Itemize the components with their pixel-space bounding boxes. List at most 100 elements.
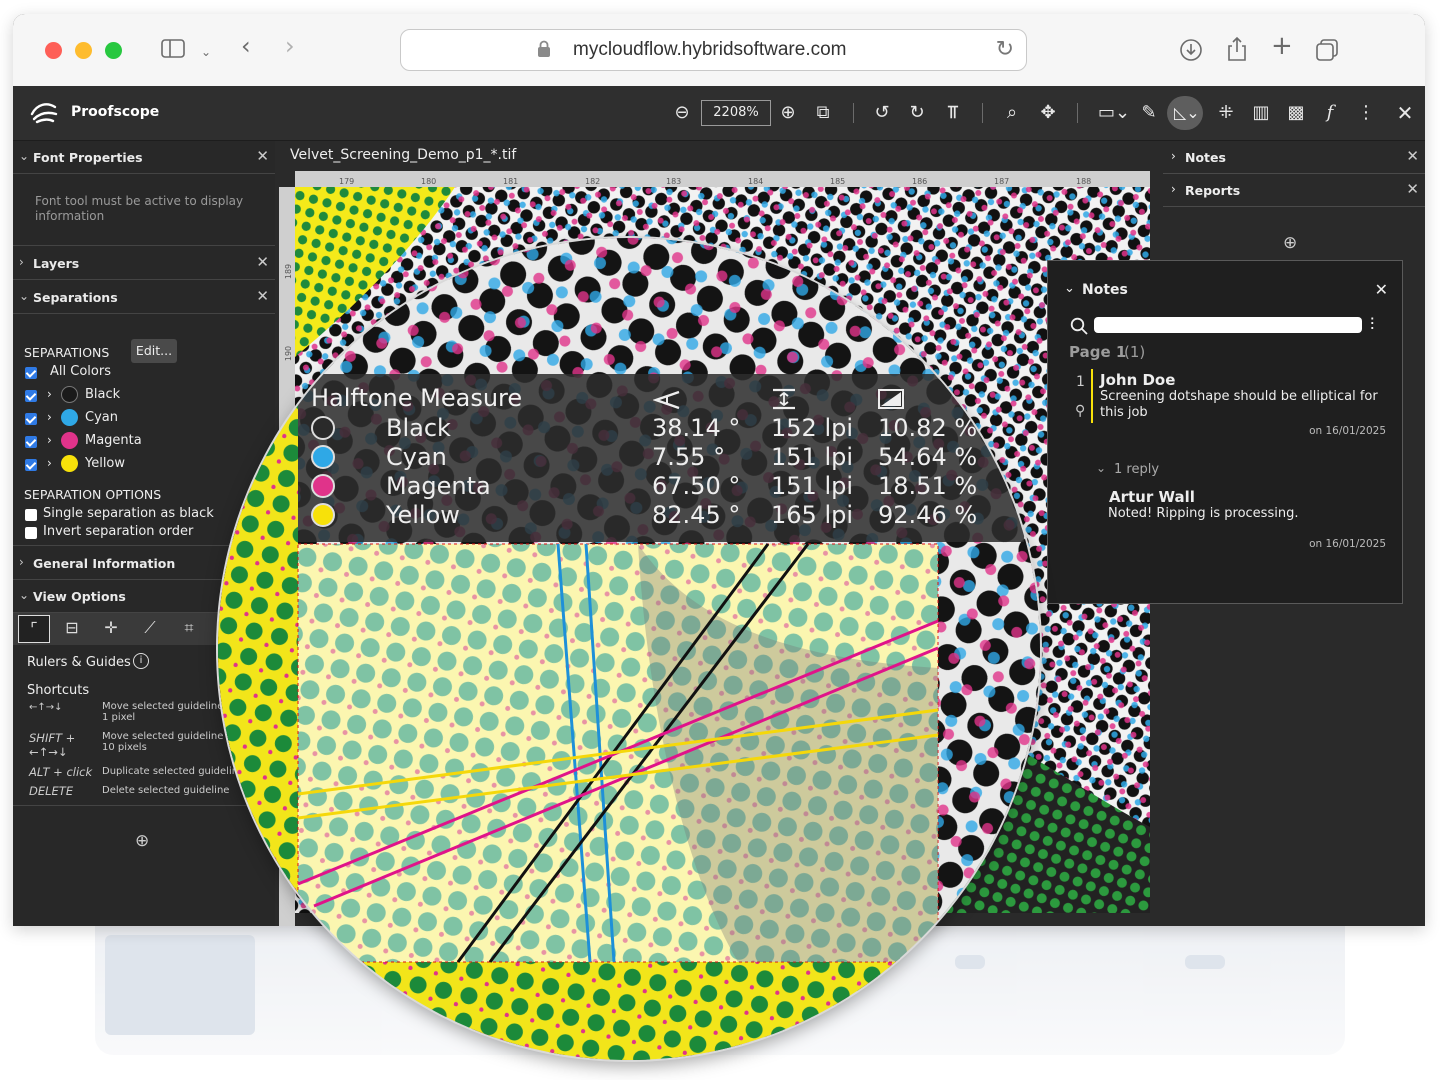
chevron-right-icon[interactable]: › — [47, 456, 52, 470]
black-ink-swatch — [311, 416, 335, 440]
tabs-overview-icon[interactable] — [1315, 38, 1339, 65]
ruler-label: 190 — [284, 345, 294, 362]
shortcut-key: SHIFT + ←↑→↓ — [29, 731, 76, 759]
zoom-in-icon[interactable]: ⊕ — [777, 103, 799, 123]
chevron-right-icon: › — [1171, 149, 1176, 163]
download-icon[interactable] — [1179, 38, 1203, 65]
close-icon[interactable]: ✕ — [1406, 147, 1419, 165]
magenta-swatch — [61, 432, 78, 449]
chevron-right-icon[interactable]: › — [47, 433, 52, 447]
black-checkbox[interactable] — [25, 390, 37, 402]
reply-text: Noted! Ripping is processing. — [1108, 506, 1299, 521]
close-viewer-icon[interactable]: ✕ — [1394, 103, 1416, 123]
close-icon[interactable]: ✕ — [256, 253, 269, 271]
reply-toggle[interactable]: 1 reply — [1114, 462, 1159, 477]
magnifier-lens: Halftone Measure Black 38.14 ° 152 lpi 1… — [218, 238, 1040, 1060]
address-bar[interactable]: mycloudflow.hybridsoftware.com ↻ — [400, 29, 1027, 71]
chevron-down-icon[interactable]: ⌄ — [1096, 461, 1106, 475]
yellow-checkbox[interactable] — [25, 459, 37, 471]
panel-title: Notes — [1185, 150, 1226, 165]
info-icon[interactable]: i — [133, 653, 149, 669]
measure-tool-button[interactable]: ◺⌄ — [1167, 96, 1203, 130]
ink-name: Magenta — [386, 472, 491, 500]
single-separation-checkbox[interactable] — [25, 509, 37, 521]
separation-label-black: Black — [85, 387, 121, 402]
font-properties-header[interactable]: ⌄ Font Properties ✕ — [13, 141, 275, 174]
notes-popup: ⌄ Notes ✕ ⫶ Page 1 (1) 1 ⚲ John Doe Scre… — [1047, 260, 1403, 604]
notes-search-input[interactable] — [1094, 317, 1362, 333]
ink-name: Yellow — [386, 501, 460, 529]
toolbar-divider — [853, 103, 854, 123]
close-icon[interactable]: ✕ — [256, 147, 269, 165]
separations-grid-icon[interactable]: ▩ — [1285, 103, 1307, 123]
lock-icon — [538, 40, 550, 57]
graph-icon[interactable]: ⟋ — [135, 615, 165, 641]
sidebar-toggle-icon[interactable] — [161, 39, 187, 62]
add-panel-icon[interactable]: ⊕ — [135, 831, 149, 851]
rulers-icon[interactable]: ⌜ — [18, 615, 50, 643]
shortcut-key: DELETE — [29, 784, 74, 798]
maximize-window-button[interactable] — [105, 42, 122, 59]
more-options-icon[interactable]: ⋮ — [1355, 103, 1377, 123]
chevron-right-icon[interactable]: › — [47, 387, 52, 401]
share-icon[interactable] — [1226, 36, 1248, 65]
angle-icon — [653, 390, 680, 410]
rotate-right-icon[interactable]: ↻ — [906, 103, 928, 123]
chevron-right-icon[interactable]: › — [47, 410, 52, 424]
align-icon[interactable]: ⊟ — [57, 615, 87, 641]
frame-icon[interactable]: ⌗ — [174, 615, 204, 641]
zoom-out-icon[interactable]: ⊖ — [671, 103, 693, 123]
add-panel-icon[interactable]: ⊕ — [1283, 233, 1297, 253]
horizontal-ruler[interactable]: 179 180 181 182 183 184 185 186 187 188 — [295, 171, 1150, 187]
close-icon[interactable]: ✕ — [1375, 280, 1388, 299]
chevron-right-icon: › — [19, 255, 24, 269]
notes-panel-header[interactable]: › Notes ✕ — [1163, 141, 1425, 174]
densitometer-icon[interactable]: ⁜ — [1215, 103, 1237, 123]
separation-label-cyan: Cyan — [85, 410, 118, 425]
shortcut-description: Delete selected guideline — [102, 785, 230, 796]
reload-icon[interactable]: ↻ — [996, 37, 1014, 62]
ink-lpi: 152 lpi — [771, 414, 854, 442]
flip-icon[interactable]: ⫪ — [942, 103, 964, 123]
edit-separations-button[interactable]: Edit... — [131, 339, 177, 363]
back-icon[interactable]: ‹ — [241, 34, 251, 58]
forward-icon[interactable]: › — [285, 34, 295, 58]
ruler-label: 186 — [912, 177, 928, 186]
pencil-icon[interactable]: ✎ — [1138, 103, 1160, 123]
new-tab-icon[interactable]: + — [1271, 33, 1293, 59]
chevron-down-icon[interactable]: ⌄ — [201, 42, 211, 62]
search-icon[interactable]: ⌕ — [1001, 103, 1023, 123]
annotation-tool-icon[interactable]: ▭⌄ — [1097, 103, 1131, 123]
ruler-label: 179 — [339, 177, 355, 186]
font-tool-icon[interactable]: f — [1319, 103, 1341, 123]
chevron-down-icon[interactable]: ⌄ — [1064, 281, 1075, 296]
close-icon[interactable]: ✕ — [256, 287, 269, 305]
layers-header[interactable]: › Layers ✕ — [13, 247, 275, 280]
ink-coverage: 18.51 % — [878, 472, 978, 500]
crosshair-icon[interactable]: ✛ — [96, 615, 126, 641]
magenta-checkbox[interactable] — [25, 436, 37, 448]
single-separation-label: Single separation as black — [43, 506, 214, 521]
minimize-window-button[interactable] — [75, 42, 92, 59]
reports-panel-header[interactable]: › Reports ✕ — [1163, 174, 1425, 207]
close-window-button[interactable] — [45, 42, 62, 59]
cyan-checkbox[interactable] — [25, 413, 37, 425]
zoom-level-field[interactable]: 2208% — [701, 100, 771, 126]
note-number: 1 — [1076, 374, 1085, 390]
close-icon[interactable]: ✕ — [1406, 180, 1419, 198]
ink-lpi: 165 lpi — [771, 501, 854, 529]
separations-header[interactable]: ⌄ Separations ✕ — [13, 281, 275, 314]
proofscope-logo-icon — [30, 103, 58, 124]
ink-name: Black — [386, 414, 451, 442]
ruler-label: 183 — [666, 177, 682, 186]
shortcut-description: Move selected guideline 10 pixels — [102, 731, 224, 753]
location-pin-icon[interactable]: ⚲ — [1075, 403, 1085, 419]
filter-icon[interactable]: ⫶ — [1370, 315, 1374, 335]
fit-to-window-icon[interactable]: ⧉ — [812, 103, 834, 123]
rotate-left-icon[interactable]: ↺ — [871, 103, 893, 123]
barcode-icon[interactable]: ▥ — [1250, 103, 1272, 123]
panel-title: Separations — [33, 290, 118, 305]
all-colors-checkbox[interactable] — [25, 367, 37, 379]
pan-icon[interactable]: ✥ — [1037, 103, 1059, 123]
invert-order-checkbox[interactable] — [25, 527, 37, 539]
